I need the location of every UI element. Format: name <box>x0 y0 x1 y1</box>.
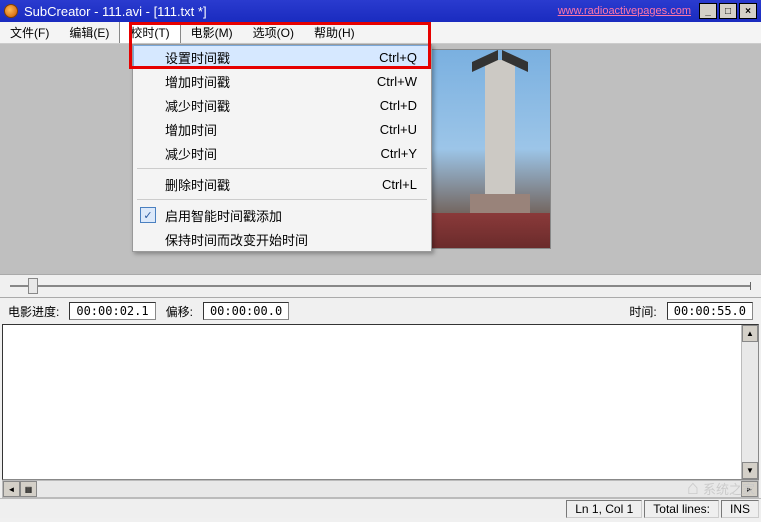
check-icon: ✓ <box>140 207 156 223</box>
menu-set-timestamp[interactable]: 设置时间戳 Ctrl+Q <box>133 45 431 69</box>
menu-help[interactable]: 帮助(H) <box>304 22 365 43</box>
offset-label: 偏移: <box>166 303 193 320</box>
close-button[interactable]: × <box>739 3 757 19</box>
scroll-right-icon[interactable]: ► <box>741 481 758 497</box>
menu-label: 增加时间 <box>165 120 380 139</box>
scroll-left-icon[interactable]: ◄ <box>3 481 20 497</box>
menu-label: 启用智能时间戳添加 <box>165 206 417 225</box>
minimize-button[interactable]: _ <box>699 3 717 19</box>
status-total-lines: Total lines: <box>644 500 719 518</box>
time-value[interactable]: 00:00:55.0 <box>667 302 753 320</box>
menu-separator <box>137 199 427 200</box>
menu-edit[interactable]: 编辑(E) <box>59 22 119 43</box>
menu-shortcut: Ctrl+Y <box>381 146 417 161</box>
progress-value[interactable]: 00:00:02.1 <box>69 302 155 320</box>
status-insert-mode: INS <box>721 500 759 518</box>
scroll-track[interactable] <box>37 481 741 497</box>
menu-increase-time[interactable]: 增加时间 Ctrl+U <box>133 117 431 141</box>
menu-separator <box>137 168 427 169</box>
timeline-track[interactable] <box>10 285 751 287</box>
time-label: 时间: <box>629 303 656 320</box>
statusbar: Ln 1, Col 1 Total lines: INS <box>0 498 761 518</box>
menu-options[interactable]: 选项(O) <box>243 22 304 43</box>
timeline[interactable] <box>0 274 761 298</box>
subtitle-editor[interactable]: ▲ ▼ <box>2 324 759 480</box>
offset-value[interactable]: 00:00:00.0 <box>203 302 289 320</box>
header-url[interactable]: www.radioactivepages.com <box>558 5 691 17</box>
timing-dropdown: 设置时间戳 Ctrl+Q 增加时间戳 Ctrl+W 减少时间戳 Ctrl+D 增… <box>132 44 432 252</box>
timeline-thumb[interactable] <box>28 278 38 294</box>
menu-label: 减少时间 <box>165 144 381 163</box>
scroll-down-icon[interactable]: ▼ <box>742 462 758 479</box>
video-content <box>472 50 528 84</box>
menu-delete-timestamp[interactable]: 删除时间戳 Ctrl+L <box>133 172 431 196</box>
horizontal-scrollbar[interactable]: ◄ ▦ ► <box>2 480 759 498</box>
menu-decrease-timestamp[interactable]: 减少时间戳 Ctrl+D <box>133 93 431 117</box>
maximize-button[interactable]: □ <box>719 3 737 19</box>
menu-smart-timestamp[interactable]: ✓ 启用智能时间戳添加 <box>133 203 431 227</box>
menu-shortcut: Ctrl+W <box>377 74 417 89</box>
menu-shortcut: Ctrl+U <box>380 122 417 137</box>
window-title: SubCreator - 111.avi - [111.txt *] <box>24 4 558 19</box>
progress-label: 电影进度: <box>8 303 59 320</box>
scroll-tool-icon[interactable]: ▦ <box>20 481 37 497</box>
menu-label: 保持时间而改变开始时间 <box>165 230 417 249</box>
menu-shortcut: Ctrl+L <box>382 177 417 192</box>
menu-movie[interactable]: 电影(M) <box>181 22 243 43</box>
info-bar: 电影进度: 00:00:02.1 偏移: 00:00:00.0 时间: 00:0… <box>0 298 761 324</box>
menu-label: 设置时间戳 <box>165 48 379 67</box>
menu-keep-time-change-start[interactable]: 保持时间而改变开始时间 <box>133 227 431 251</box>
vertical-scrollbar[interactable]: ▲ ▼ <box>741 325 758 479</box>
menu-label: 删除时间戳 <box>165 175 382 194</box>
menu-label: 增加时间戳 <box>165 72 377 91</box>
app-icon <box>4 4 18 18</box>
menubar: 文件(F) 编辑(E) 校时(T) 电影(M) 选项(O) 帮助(H) <box>0 22 761 44</box>
menu-shortcut: Ctrl+Q <box>379 50 417 65</box>
scroll-up-icon[interactable]: ▲ <box>742 325 758 342</box>
status-position: Ln 1, Col 1 <box>566 500 642 518</box>
menu-file[interactable]: 文件(F) <box>0 22 59 43</box>
timeline-end-tick <box>750 282 751 290</box>
menu-label: 减少时间戳 <box>165 96 380 115</box>
menu-decrease-time[interactable]: 减少时间 Ctrl+Y <box>133 141 431 165</box>
menu-timing[interactable]: 校时(T) <box>119 22 180 43</box>
titlebar: SubCreator - 111.avi - [111.txt *] www.r… <box>0 0 761 22</box>
menu-shortcut: Ctrl+D <box>380 98 417 113</box>
menu-increase-timestamp[interactable]: 增加时间戳 Ctrl+W <box>133 69 431 93</box>
